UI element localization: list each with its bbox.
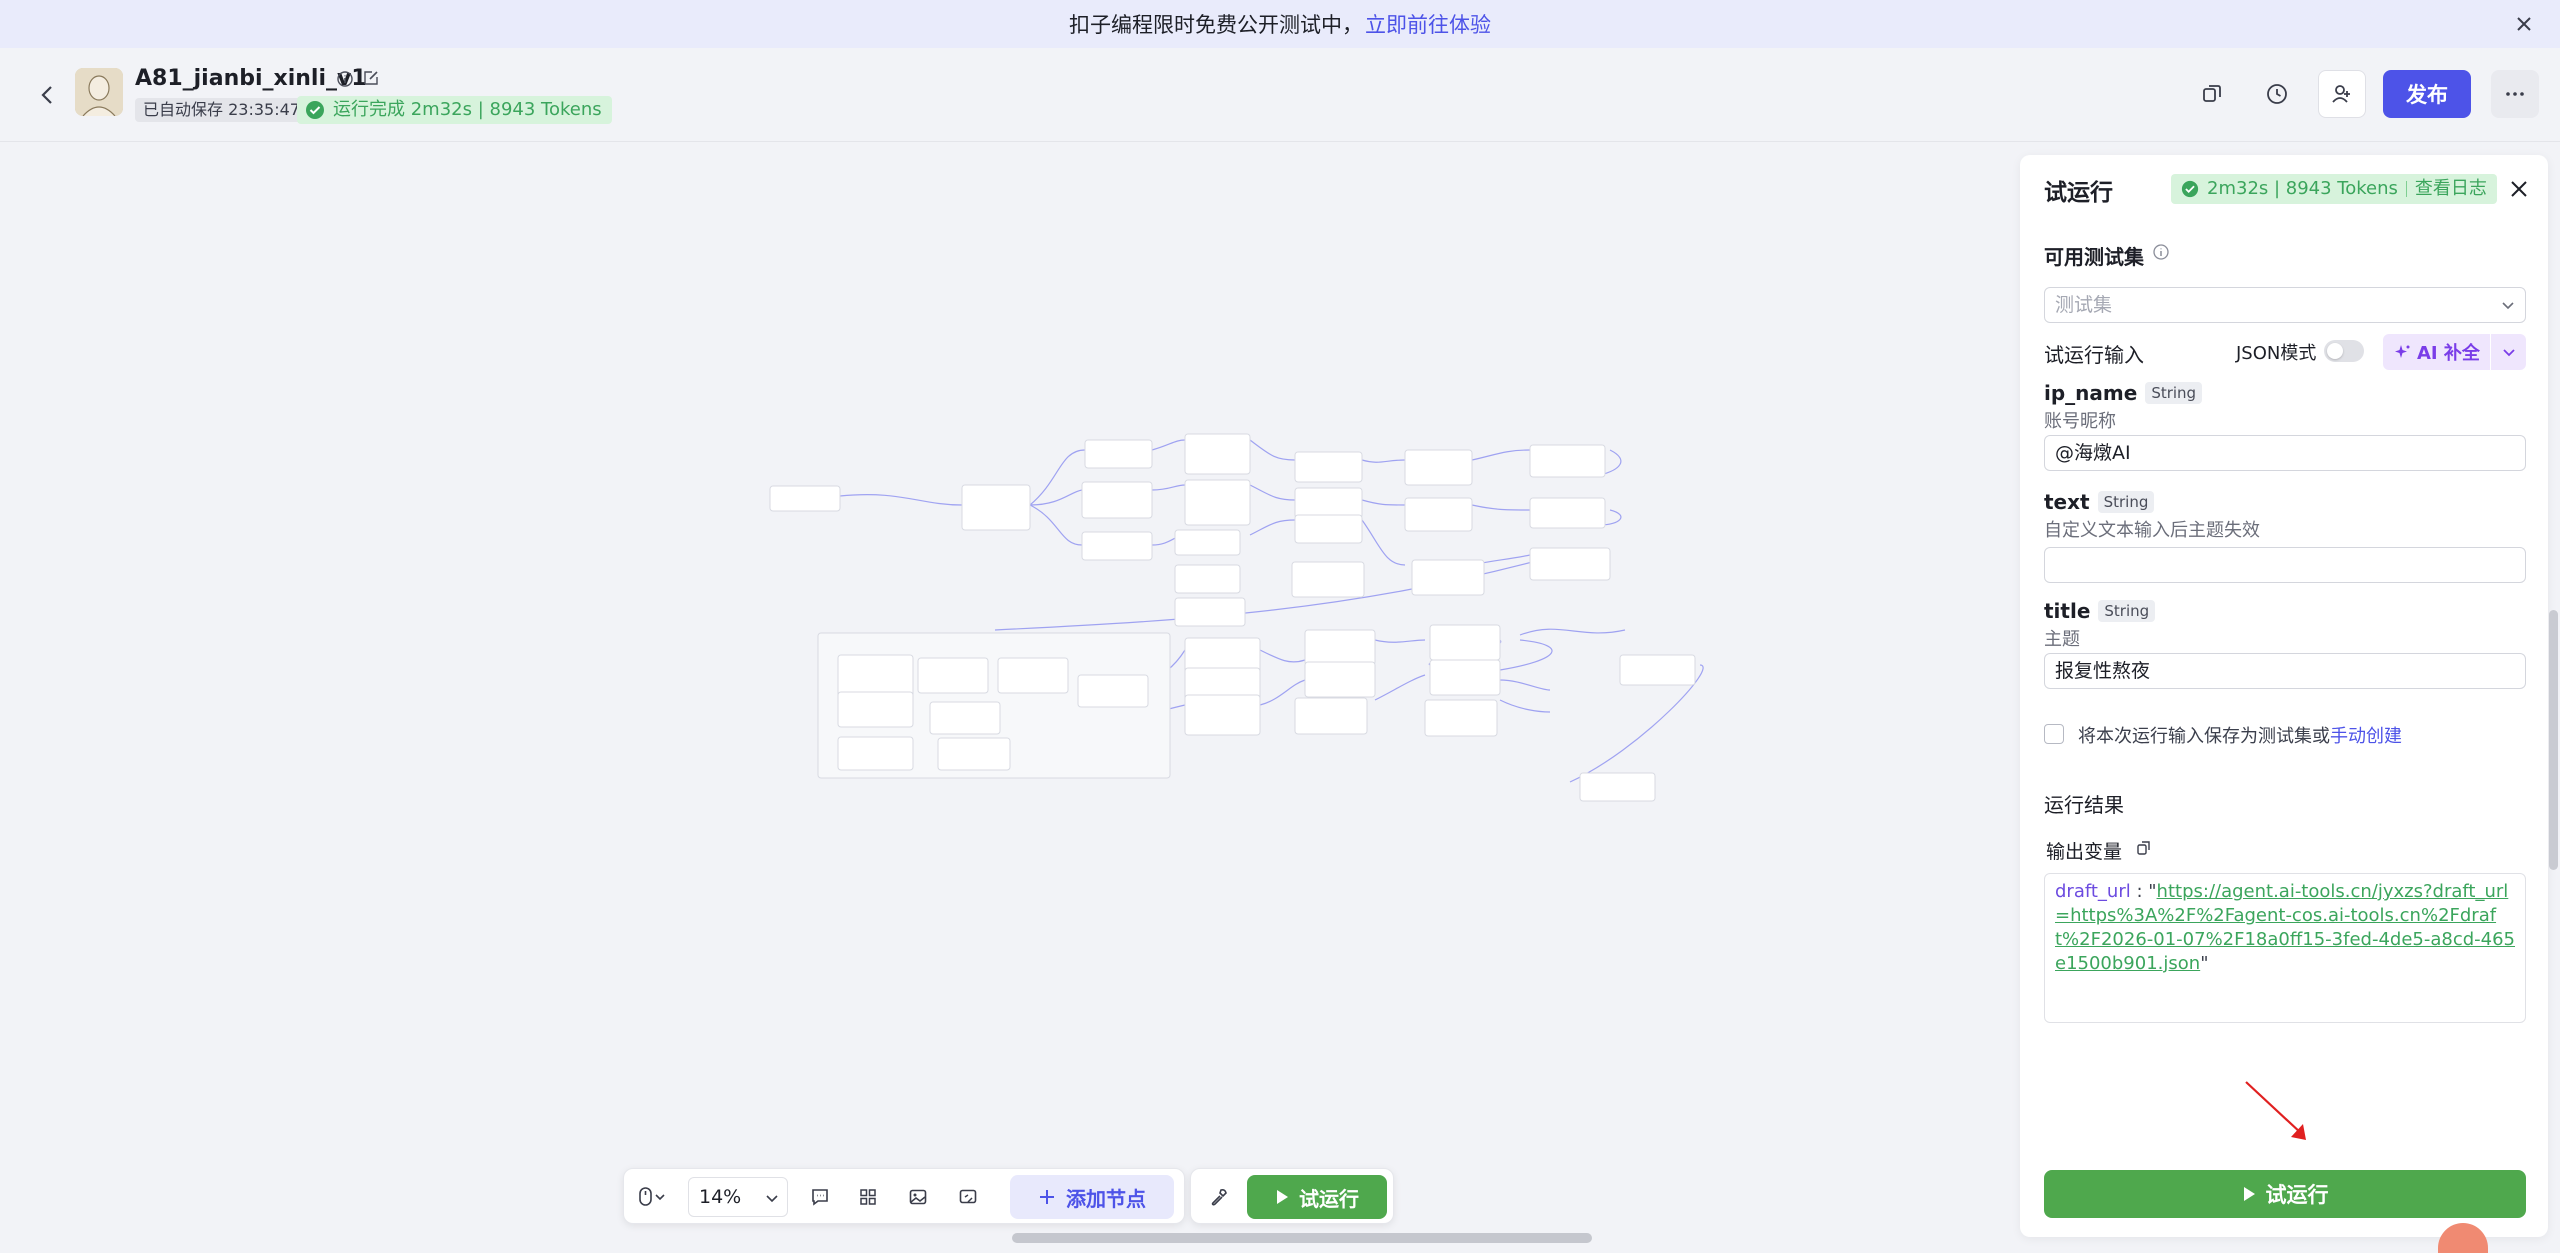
output-variable-label: 输出变量 xyxy=(2046,841,2123,863)
comment-button[interactable] xyxy=(804,1181,836,1213)
testset-select[interactable]: 测试集 xyxy=(2044,287,2526,323)
save-testset-checkbox[interactable] xyxy=(2044,724,2064,744)
history-button[interactable] xyxy=(2253,70,2301,118)
type-tag: String xyxy=(2145,382,2203,404)
more-button[interactable] xyxy=(2491,70,2539,118)
manual-create-link[interactable]: 手动创建 xyxy=(2330,726,2402,747)
workflow-header: A81_jianbi_xinli_v1 已自动保存 23:35:47 运行完成 … xyxy=(0,48,2560,142)
copy-icon[interactable] xyxy=(2136,840,2152,856)
title-input[interactable]: 报复性熬夜 xyxy=(2044,653,2526,689)
back-icon[interactable] xyxy=(34,80,60,110)
close-icon[interactable] xyxy=(2506,176,2532,202)
image-icon xyxy=(909,1189,927,1205)
more-icon xyxy=(2506,92,2524,96)
text-input[interactable] xyxy=(2044,547,2526,583)
close-icon[interactable] xyxy=(2510,10,2538,38)
chevron-down-icon xyxy=(766,1195,778,1203)
test-input-label: 试运行输入 xyxy=(2044,343,2144,367)
field-desc-title: 主题 xyxy=(2044,629,2080,650)
trial-run-button[interactable]: 试运行 xyxy=(1247,1175,1387,1219)
ai-complete-button[interactable]: AI 补全 xyxy=(2383,334,2526,370)
type-tag: String xyxy=(2098,600,2156,622)
divider xyxy=(2405,181,2407,197)
banner-link[interactable]: 立即前往体验 xyxy=(1365,9,1491,39)
trial-run-label: 试运行 xyxy=(1299,1186,1359,1211)
play-icon xyxy=(2243,1187,2255,1201)
copy-button[interactable] xyxy=(2188,70,2236,118)
workflow-graph xyxy=(769,433,1704,802)
check-circle-icon xyxy=(2181,180,2199,198)
run-stats: 2m32s | 8943 Tokens xyxy=(2207,178,2398,199)
test-run-button[interactable]: 试运行 xyxy=(2044,1170,2526,1218)
canvas-toolbar: 14% 添加节点 xyxy=(623,1168,1185,1224)
type-tag: String xyxy=(2097,491,2155,513)
publish-button[interactable]: 发布 xyxy=(2383,70,2471,118)
result-title: 运行结果 xyxy=(2044,793,2124,817)
play-icon xyxy=(1277,1190,1288,1204)
chevron-down-icon[interactable] xyxy=(2502,345,2516,359)
edit-icon[interactable] xyxy=(362,69,380,87)
announcement-banner: 扣子编程限时免费公开测试中， 立即前往体验 xyxy=(0,0,2560,48)
minimap-icon xyxy=(959,1189,977,1204)
test-run-panel: 试运行 2m32s | 8943 Tokens 查看日志 可用测试集 测试集 试… xyxy=(2020,155,2548,1237)
grid-icon xyxy=(860,1189,876,1205)
run-result-badge: 2m32s | 8943 Tokens 查看日志 xyxy=(2171,174,2497,204)
check-circle-icon xyxy=(306,101,324,119)
testset-placeholder: 测试集 xyxy=(2055,294,2113,316)
json-mode-label: JSON模式 xyxy=(2236,343,2317,364)
testset-label: 可用测试集 xyxy=(2044,245,2144,269)
user-group-icon xyxy=(2332,85,2350,103)
canvas-horizontal-scrollbar[interactable] xyxy=(1012,1233,1592,1243)
json-mode-toggle[interactable] xyxy=(2324,340,2364,362)
output-key: draft_url xyxy=(2055,881,2131,902)
plus-icon xyxy=(1040,1190,1054,1204)
collaborators-button[interactable] xyxy=(2318,70,2366,118)
ip_name-input[interactable]: @海燉AI xyxy=(2044,435,2526,471)
run-status-text: 运行完成 2m32s | 8943 Tokens xyxy=(333,99,602,120)
mouse-icon xyxy=(639,1187,665,1206)
test-run-label: 试运行 xyxy=(2265,1183,2329,1207)
minimap-button[interactable] xyxy=(952,1181,984,1213)
sparkle-icon xyxy=(2395,345,2410,358)
autosave-status: 已自动保存 23:35:47 xyxy=(135,98,308,122)
ai-complete-label: AI 补全 xyxy=(2417,343,2480,364)
app-title: A81_jianbi_xinli_v1 xyxy=(135,66,367,91)
field-name-text: text String xyxy=(2044,490,2155,514)
panel-title: 试运行 xyxy=(2044,180,2113,206)
banner-text: 扣子编程限时免费公开测试中， xyxy=(1069,13,1363,37)
field-name-title: title String xyxy=(2044,599,2156,623)
comment-icon xyxy=(812,1189,828,1206)
save-testset-text: 将本次运行输入保存为测试集或手动创建 xyxy=(2078,726,2402,747)
run-status-badge[interactable]: 运行完成 2m32s | 8943 Tokens xyxy=(297,96,612,124)
run-toolbar: 试运行 xyxy=(1190,1168,1394,1224)
panel-scrollbar[interactable] xyxy=(2549,610,2558,870)
info-icon[interactable] xyxy=(2152,243,2170,261)
workflow-canvas[interactable] xyxy=(0,143,2020,1247)
field-desc-text: 自定义文本输入后主题失效 xyxy=(2044,520,2260,541)
view-log-link[interactable]: 查看日志 xyxy=(2415,174,2487,204)
add-node-label: 添加节点 xyxy=(1066,1186,1146,1211)
add-node-button[interactable]: 添加节点 xyxy=(1010,1175,1174,1219)
field-name-ip_name: ip_name String xyxy=(2044,381,2203,405)
chevron-down-icon xyxy=(2502,302,2514,310)
image-button[interactable] xyxy=(902,1181,934,1213)
red-arrow-annotation xyxy=(2245,1081,2306,1140)
layout-button[interactable] xyxy=(852,1181,884,1213)
history-icon xyxy=(2267,84,2287,104)
copy-icon xyxy=(2203,85,2221,102)
debug-tool-button[interactable] xyxy=(1203,1181,1235,1213)
wrench-icon xyxy=(1211,1189,1227,1206)
zoom-value: 14% xyxy=(699,1186,742,1208)
output-result-box: draft_url : "https://agent.ai-tools.cn/j… xyxy=(2044,873,2526,1023)
app-avatar xyxy=(75,68,123,116)
field-desc-ip_name: 账号昵称 xyxy=(2044,411,2116,432)
zoom-select[interactable]: 14% xyxy=(688,1177,788,1217)
pointer-mode-button[interactable] xyxy=(636,1181,668,1213)
info-icon[interactable] xyxy=(336,70,354,88)
